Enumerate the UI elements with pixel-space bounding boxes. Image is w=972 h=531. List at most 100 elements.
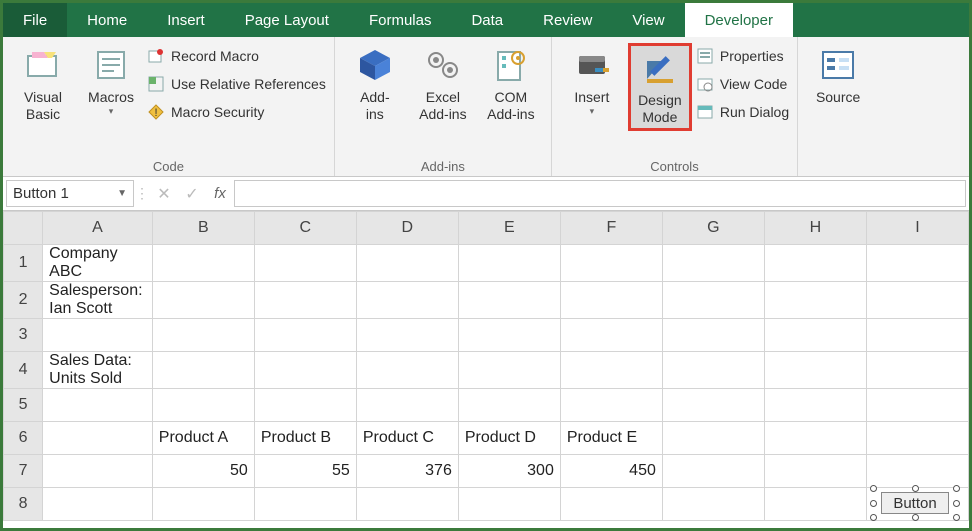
cell[interactable] [356, 488, 458, 521]
resize-handle[interactable] [953, 500, 960, 507]
cell[interactable] [764, 455, 866, 488]
cell[interactable] [458, 245, 560, 282]
cell[interactable] [152, 488, 254, 521]
insert-control-button[interactable]: Insert ▾ [560, 43, 624, 119]
column-header[interactable]: G [662, 212, 764, 245]
cell[interactable] [764, 389, 866, 422]
cell[interactable] [152, 245, 254, 282]
cell[interactable] [866, 352, 968, 389]
column-header[interactable]: D [356, 212, 458, 245]
cell[interactable] [254, 352, 356, 389]
cell[interactable] [866, 455, 968, 488]
com-addins-button[interactable]: COM Add-ins [479, 43, 543, 125]
cell[interactable] [152, 319, 254, 352]
cell[interactable] [662, 319, 764, 352]
resize-handle[interactable] [870, 514, 877, 521]
cell[interactable] [43, 455, 153, 488]
select-all-cell[interactable] [4, 212, 43, 245]
cell[interactable] [560, 488, 662, 521]
tab-page-layout[interactable]: Page Layout [225, 3, 349, 37]
cell[interactable] [764, 488, 866, 521]
cell[interactable] [356, 389, 458, 422]
cell[interactable] [560, 389, 662, 422]
row-header[interactable]: 3 [4, 319, 43, 352]
cell[interactable] [152, 352, 254, 389]
cell[interactable]: Sales Data: Units Sold [43, 352, 153, 389]
cell[interactable] [43, 422, 153, 455]
resize-handle[interactable] [870, 485, 877, 492]
cell[interactable] [458, 488, 560, 521]
column-header[interactable]: E [458, 212, 560, 245]
cell[interactable] [560, 319, 662, 352]
spreadsheet-grid[interactable]: ABCDEFGHI1Company ABC2Salesperson: Ian S… [3, 211, 969, 528]
source-button[interactable]: Source [806, 43, 870, 108]
tab-review[interactable]: Review [523, 3, 612, 37]
resize-handle[interactable] [912, 485, 919, 492]
tab-data[interactable]: Data [451, 3, 523, 37]
cell[interactable] [356, 282, 458, 319]
cell[interactable] [662, 488, 764, 521]
cell[interactable] [866, 245, 968, 282]
cell[interactable] [662, 352, 764, 389]
cell[interactable]: Product A [152, 422, 254, 455]
cell[interactable]: 376 [356, 455, 458, 488]
cell[interactable] [254, 245, 356, 282]
cell[interactable] [356, 245, 458, 282]
cell[interactable] [152, 389, 254, 422]
row-header[interactable]: 8 [4, 488, 43, 521]
name-box[interactable]: Button 1 ▼ [6, 180, 134, 207]
resize-handle[interactable] [912, 514, 919, 521]
cell[interactable]: Company ABC [43, 245, 153, 282]
cell[interactable] [866, 389, 968, 422]
cell[interactable]: Product E [560, 422, 662, 455]
cell[interactable] [43, 389, 153, 422]
run-dialog-button[interactable]: Run Dialog [696, 99, 789, 125]
tab-formulas[interactable]: Formulas [349, 3, 452, 37]
cell[interactable] [152, 282, 254, 319]
cell[interactable] [764, 422, 866, 455]
macro-security-button[interactable]: ! Macro Security [147, 99, 326, 125]
resize-handle[interactable] [870, 500, 877, 507]
cell[interactable] [356, 352, 458, 389]
cell[interactable] [254, 488, 356, 521]
cell[interactable]: 55 [254, 455, 356, 488]
row-header[interactable]: 2 [4, 282, 43, 319]
cell[interactable] [764, 245, 866, 282]
cell[interactable]: 300 [458, 455, 560, 488]
fx-button[interactable]: fx [206, 177, 234, 210]
formula-input[interactable] [234, 180, 966, 207]
design-mode-button[interactable]: Design Mode [628, 43, 692, 131]
cell[interactable]: Salesperson: Ian Scott [43, 282, 153, 319]
cell[interactable]: Product D [458, 422, 560, 455]
view-code-button[interactable]: View Code [696, 71, 789, 97]
cell[interactable] [662, 455, 764, 488]
record-macro-button[interactable]: Record Macro [147, 43, 326, 69]
column-header[interactable]: H [764, 212, 866, 245]
tab-developer[interactable]: Developer [685, 3, 793, 37]
cell[interactable] [764, 282, 866, 319]
cell[interactable] [764, 352, 866, 389]
row-header[interactable]: 6 [4, 422, 43, 455]
cell[interactable] [458, 319, 560, 352]
column-header[interactable]: F [560, 212, 662, 245]
cell[interactable] [560, 352, 662, 389]
cell[interactable] [662, 245, 764, 282]
properties-button[interactable]: Properties [696, 43, 789, 69]
resize-handle[interactable] [953, 514, 960, 521]
cell[interactable] [356, 319, 458, 352]
cell[interactable] [458, 352, 560, 389]
cell[interactable] [458, 282, 560, 319]
cell[interactable] [866, 319, 968, 352]
name-box-dropdown-icon[interactable]: ▼ [117, 188, 127, 199]
column-header[interactable]: I [866, 212, 968, 245]
column-header[interactable]: C [254, 212, 356, 245]
cell[interactable] [43, 319, 153, 352]
tab-home[interactable]: Home [67, 3, 147, 37]
cell[interactable] [560, 245, 662, 282]
addins-button[interactable]: Add- ins [343, 43, 407, 125]
cell[interactable] [662, 389, 764, 422]
cell[interactable] [764, 319, 866, 352]
visual-basic-button[interactable]: Visual Basic [11, 43, 75, 125]
tab-file[interactable]: File [3, 3, 67, 37]
cell[interactable] [662, 282, 764, 319]
